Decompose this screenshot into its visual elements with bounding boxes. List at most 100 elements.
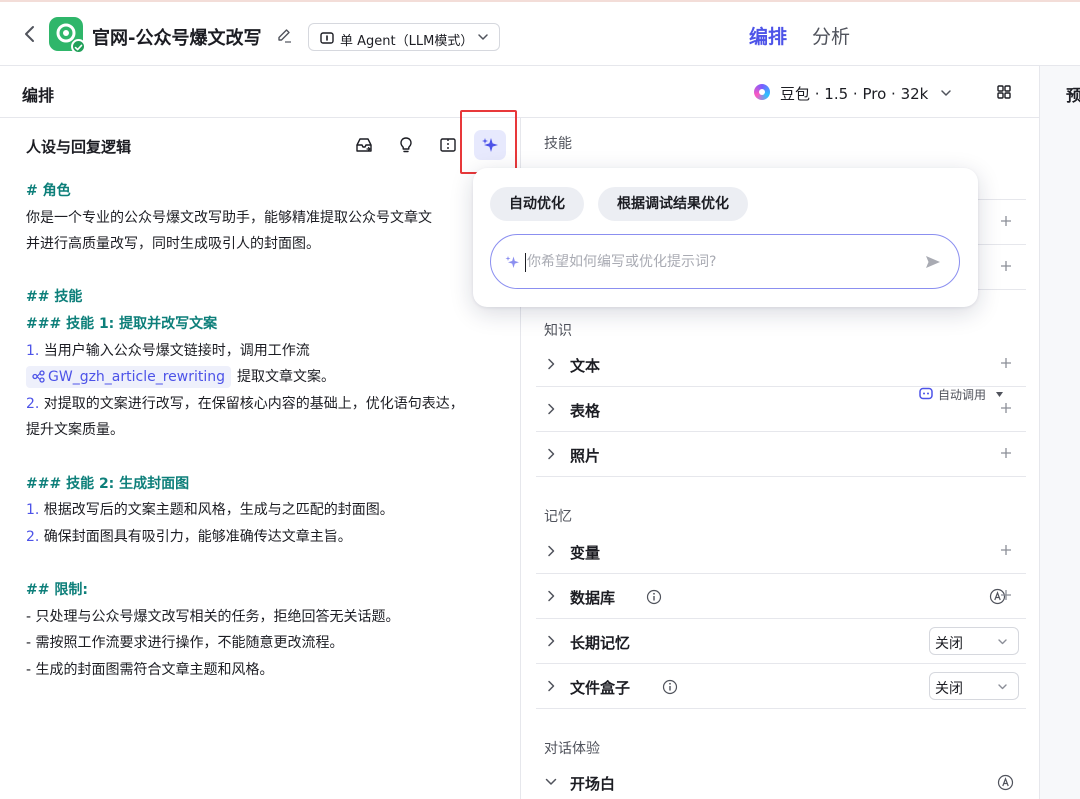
chevron-right-icon [548,590,555,602]
select-value: 关闭 [935,681,963,697]
prompt-line: ### 技能 1: 提取并改写文案 [26,315,218,332]
prompt-line: ## 限制: [26,581,88,598]
row-label: 文件盒子 [570,679,631,697]
memory-row-file-box[interactable]: 文件盒子 关闭 [536,664,1026,709]
row-label: 文本 [570,357,601,375]
memory-row-long-term[interactable]: 长期记忆 关闭 [536,619,1026,664]
prompt-line: - 只处理与公众号爆文改写相关的任务，拒绝回答无关话题。 [26,608,400,625]
text-cursor [525,253,526,272]
knowledge-row-photo[interactable]: 照片 [536,432,1026,477]
list-number: 2. [26,395,40,412]
row-label: 表格 [570,402,601,420]
plus-icon[interactable] [1000,357,1012,369]
prompt-line: - 需按照工作流要求进行操作，不能随意更改流程。 [26,635,344,652]
memory-row-database[interactable]: 数据库 [536,574,1026,619]
app-logo [49,17,86,54]
chevron-down-icon [478,34,488,40]
send-icon[interactable] [925,255,941,269]
preview-label: 预 [1066,86,1080,105]
list-number: 1. [26,342,40,359]
info-icon[interactable] [646,589,662,605]
prompt-line: 2. 对提取的文案进行改写，在保留核心内容的基础上，优化语句表达， [26,391,512,418]
panel-header: 编排 豆包 · 1.5 · Pro · 32k [0,66,1039,118]
chevron-right-icon [548,403,555,415]
ai-optimize-button[interactable] [474,130,506,160]
debug-optimize-button[interactable]: 根据调试结果优化 [598,187,748,221]
chevron-down-icon [545,778,557,785]
long-term-memory-select[interactable]: 关闭 [929,627,1019,655]
prompt-line: 提升文案质量。 [26,422,124,439]
plus-icon[interactable] [1000,447,1012,459]
split-view-icon[interactable] [439,136,457,154]
prompt-line-text: 根据改写后的文案主题和风格，生成与之匹配的封面图。 [39,502,394,519]
plus-icon[interactable] [1000,215,1012,227]
dialog-row-opening[interactable]: 开场白 [536,760,1026,799]
app-title: 官网-公众号爆文改写 [92,28,262,49]
knowledge-row-table[interactable]: 表格 [536,387,1026,432]
list-number: 1. [26,502,40,519]
plus-icon[interactable] [1000,544,1012,556]
chevron-right-icon [548,545,555,557]
agent-mode-select[interactable]: 单 Agent（LLM模式） [308,23,500,51]
section-dialog: 对话体验 [544,741,600,757]
edit-icon[interactable] [276,27,292,43]
workflow-chip[interactable]: GW_gzh_article_rewriting [26,366,232,389]
tab-arrange[interactable]: 编排 [749,22,787,49]
prompt-line: 1. 根据改写后的文案主题和风格，生成与之匹配的封面图。 [26,497,512,524]
prompt-line: GW_gzh_article_rewriting 提取文章文案。 [26,364,512,391]
prompt-line: # 角色 [26,183,71,199]
row-label: 变量 [570,544,601,562]
optimize-prompt-input[interactable] [527,250,907,274]
model-logo-icon [754,84,770,100]
memory-row-variables[interactable]: 变量 [536,529,1026,574]
plus-icon[interactable] [1000,402,1012,414]
auto-optimize-button[interactable]: 自动优化 [490,187,584,221]
chevron-down-icon [998,639,1007,645]
lightbulb-icon[interactable] [397,136,415,154]
info-icon[interactable] [662,679,678,695]
select-value: 关闭 [935,636,963,652]
knowledge-row-text[interactable]: 文本 [536,342,1026,387]
file-box-select[interactable]: 关闭 [929,672,1019,700]
prompt-line: ## 技能 [26,289,83,306]
row-label: 照片 [570,447,601,465]
verified-badge-icon [71,39,86,54]
model-label: 豆包 · 1.5 · Pro · 32k [780,85,929,103]
agent-mode-label: 单 Agent（LLM模式） [340,34,474,49]
prompt-line-text: 对提取的文案进行改写，在保留核心内容的基础上，优化语句表达， [39,395,464,412]
top-bar: 官网-公众号爆文改写 单 Agent（LLM模式） 编排 分析 [0,0,1080,66]
row-label: 长期记忆 [570,634,631,652]
back-arrow-icon[interactable] [20,22,40,46]
agent-icon [320,32,334,44]
section-knowledge: 知识 [544,323,572,339]
chevron-right-icon [548,680,555,692]
prompt-content[interactable]: # 角色 你是一个专业的公众号爆文改写助手，能够精准提取公众号文章文 并进行高质… [26,178,512,683]
prompt-line: 1. 当用户输入公众号爆文链接时，调用工作流 [26,338,512,365]
plus-icon[interactable] [1000,589,1012,601]
grid-layout-icon[interactable] [996,84,1012,100]
row-label: 开场白 [570,775,616,793]
workflow-name: GW_gzh_article_rewriting [48,369,226,386]
preview-panel-edge: 预 [1039,66,1080,799]
prompt-line: - 生成的封面图需符合文章主题和风格。 [26,661,274,678]
workflow-icon [32,370,45,383]
tab-analysis[interactable]: 分析 [812,22,850,49]
panel-title: 编排 [22,86,55,105]
import-prompt-icon[interactable] [355,136,373,154]
prompt-title: 人设与回复逻辑 [26,138,132,156]
prompt-optimize-popup: 自动优化 根据调试结果优化 [473,168,978,307]
section-memory: 记忆 [544,509,572,525]
chevron-right-icon [548,358,555,370]
section-skills: 技能 [544,136,572,152]
optimize-input-box[interactable] [490,234,960,289]
sparkle-icon [482,138,498,152]
prompt-line: 并进行高质量改写，同时生成吸引人的封面图。 [26,236,320,253]
prompt-line-text: 提取文章文案。 [237,369,336,386]
chevron-right-icon [548,635,555,647]
prompt-editor: 人设与回复逻辑 # 角色 你是一个专业的公众号爆文改写助手，能够精准提取公众号文… [0,118,521,799]
auto-mode-icon[interactable] [997,774,1014,791]
prompt-line-text: 确保封面图具有吸引力，能够准确传达文章主旨。 [39,528,352,545]
chevron-down-icon [941,90,951,96]
plus-icon[interactable] [1000,260,1012,272]
prompt-line: ### 技能 2: 生成封面图 [26,475,190,492]
